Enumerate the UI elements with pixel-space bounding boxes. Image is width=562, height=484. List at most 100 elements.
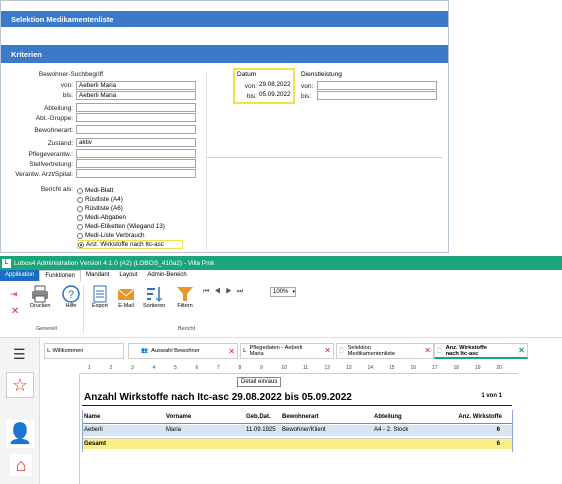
ruler-mark: 5	[174, 365, 177, 371]
abteilung-field[interactable]	[76, 103, 196, 112]
tooltip: Detail ein/aus	[237, 377, 282, 387]
dienst-von-field[interactable]	[317, 81, 437, 90]
help-icon: ?	[62, 285, 80, 303]
help-button[interactable]: ? Hilfe	[62, 285, 80, 309]
radio-anz-wirkstoffe[interactable]: Anz. Wirkstoffe nach Itc-asc	[77, 240, 183, 249]
ruler-mark: 13	[346, 365, 352, 371]
close-tab-icon[interactable]: ✕	[228, 347, 235, 356]
gruppe-field[interactable]	[76, 113, 196, 122]
group-generell: Generell	[36, 326, 57, 332]
ruler-mark: 18	[453, 365, 460, 371]
tab-pflegedaten[interactable]: L Pflegedaten - Aeberli Maria ✕	[240, 343, 334, 359]
radio-medi-blatt[interactable]: Medi-Blatt	[77, 186, 183, 195]
criteria-header: Kriterien	[1, 45, 448, 63]
chevron-down-icon: ▾	[292, 289, 295, 295]
close-tab-icon[interactable]: ✕	[518, 346, 525, 354]
title-rule	[82, 405, 512, 406]
export-button[interactable]: Export	[91, 285, 109, 309]
arzt-field[interactable]	[76, 169, 196, 178]
first-page-icon[interactable]: ⏮	[203, 288, 214, 295]
col-name: Name	[84, 414, 101, 420]
zoom-value: 100%	[273, 289, 289, 295]
ruler-mark: 14	[367, 365, 374, 371]
radio-medi-liste-verbrauch[interactable]: Medi-Liste Verbrauch	[77, 231, 183, 240]
print-button[interactable]: Drucken	[30, 285, 50, 309]
cell-abteilung: A4 - 2. Stock	[374, 427, 409, 433]
ruler-mark: 9	[260, 365, 263, 371]
col-gebdat: Geb.Dat.	[246, 414, 271, 420]
menu-mandant[interactable]: Mandant	[81, 270, 114, 281]
col-anz-wirkstoffe: Anz. Wirkstoffe	[458, 414, 502, 420]
zoom-select[interactable]: 100% ▾	[270, 287, 296, 297]
last-page-icon[interactable]: ⏭	[237, 288, 248, 295]
bis-label: bis:	[62, 92, 73, 99]
ruler-mark: 20	[496, 365, 503, 371]
tab-selektion[interactable]: 🗋 Selektion Medikamentenliste ✕	[336, 343, 434, 359]
menu-applikation[interactable]: Applikation	[0, 270, 40, 281]
menu-layout[interactable]: Layout	[114, 270, 142, 281]
sort-button[interactable]: Sortieren	[143, 285, 165, 309]
header-rule	[82, 423, 512, 424]
von-field[interactable]: Aeberli Maria	[76, 81, 196, 90]
ruler-mark: 1	[88, 365, 91, 371]
radio-ruestliste-a4[interactable]: Rüstliste (A4)	[77, 195, 183, 204]
stell-field[interactable]	[76, 159, 196, 168]
tab-anz-wirkstoffe[interactable]: 🗋 Anz. Wirkstoffe nach Itc-asc ✕	[434, 343, 528, 359]
zustand-field[interactable]: aktiv	[76, 138, 196, 147]
close-tab-icon[interactable]: ✕	[424, 347, 431, 355]
close-tab-icon[interactable]: ✕	[324, 347, 331, 355]
filter-icon	[177, 287, 193, 301]
help-label: Hilfe	[65, 303, 77, 309]
tab-label: Selektion Medikamentenliste	[347, 345, 395, 357]
menu-admin[interactable]: Admin-Bereich	[142, 270, 191, 281]
export-icon	[93, 285, 107, 303]
login-icon[interactable]: ⇥	[10, 289, 18, 300]
hamburger-menu-icon[interactable]: ☰	[13, 346, 26, 363]
sort-icon	[147, 287, 163, 302]
tab-label: Pflegedaten - Aeberli Maria	[249, 345, 303, 357]
bewohnerart-field[interactable]	[76, 125, 196, 134]
menu-funktionen[interactable]: Funktionen	[39, 270, 82, 281]
prev-page-icon[interactable]: ◀	[214, 288, 225, 295]
tab-label: Willkommen	[52, 348, 84, 354]
radio-dot-selected	[78, 241, 84, 248]
dienst-bis-field[interactable]	[317, 91, 437, 100]
close-icon[interactable]: ✕	[11, 306, 19, 317]
home-icon[interactable]: ⌂	[10, 454, 32, 476]
cell-anz: 6	[496, 427, 500, 433]
ruler-mark: 6	[195, 365, 199, 371]
ruler-mark: 12	[324, 365, 331, 371]
bewohner-label: Bewohner-Suchbegriff	[38, 71, 104, 78]
svg-text:?: ?	[68, 289, 74, 301]
datum-bis-field[interactable]: 05.09.2022	[257, 91, 292, 100]
filter-button[interactable]: Filtern	[176, 285, 194, 309]
vertical-ruler	[70, 374, 80, 484]
bewohnerart-label: Bewohnerart:	[34, 127, 73, 134]
user-icon[interactable]: 👤	[6, 420, 34, 448]
table-row[interactable]: Aeberli Maria 11.09.1925 Bewohner/Klient…	[82, 425, 512, 436]
total-row: Gesamt 6	[82, 438, 512, 449]
email-button[interactable]: E-Mail	[117, 285, 135, 309]
gruppe-label: Abt.-Gruppe:	[35, 115, 73, 122]
tab-willkommen[interactable]: L Willkommen	[44, 343, 124, 359]
tab-auswahl-bewohner[interactable]: 👥 Auswahl Bewohner ✕	[128, 343, 238, 359]
report-title: Anzahl Wirkstoffe nach Itc-asc 29.08.202…	[84, 392, 352, 403]
export-label: Export	[92, 303, 108, 309]
ribbon: ⇥ ✕ Drucken ? Hilfe Export E-Mail Sortie…	[0, 281, 562, 338]
ruler-mark: 16	[410, 365, 417, 371]
datum-von-field[interactable]: 29.08.2022	[257, 81, 292, 90]
bericht-radio-group: Medi-Blatt Rüstliste (A4) Rüstliste (A6)…	[77, 186, 183, 249]
group-bericht: Bericht	[178, 326, 196, 332]
document-icon: 🗋	[339, 348, 344, 354]
next-page-icon[interactable]: ▶	[226, 288, 237, 295]
radio-medi-abgaben[interactable]: Medi-Abgaben	[77, 213, 183, 222]
radio-medi-etiketten[interactable]: Medi-Etiketten (Wiegand 13)	[77, 222, 183, 231]
favorites-star-icon[interactable]: ☆	[6, 372, 34, 398]
printer-icon	[32, 285, 49, 303]
bis-field[interactable]: Aeberli Maria	[76, 91, 196, 100]
app-logo-icon: L	[2, 258, 11, 268]
radio-dot	[77, 223, 83, 230]
pflege-field[interactable]	[76, 149, 196, 158]
page-nav: ⏮◀▶⏭	[203, 288, 248, 296]
radio-ruestliste-a6[interactable]: Rüstliste (A6)	[77, 204, 183, 213]
